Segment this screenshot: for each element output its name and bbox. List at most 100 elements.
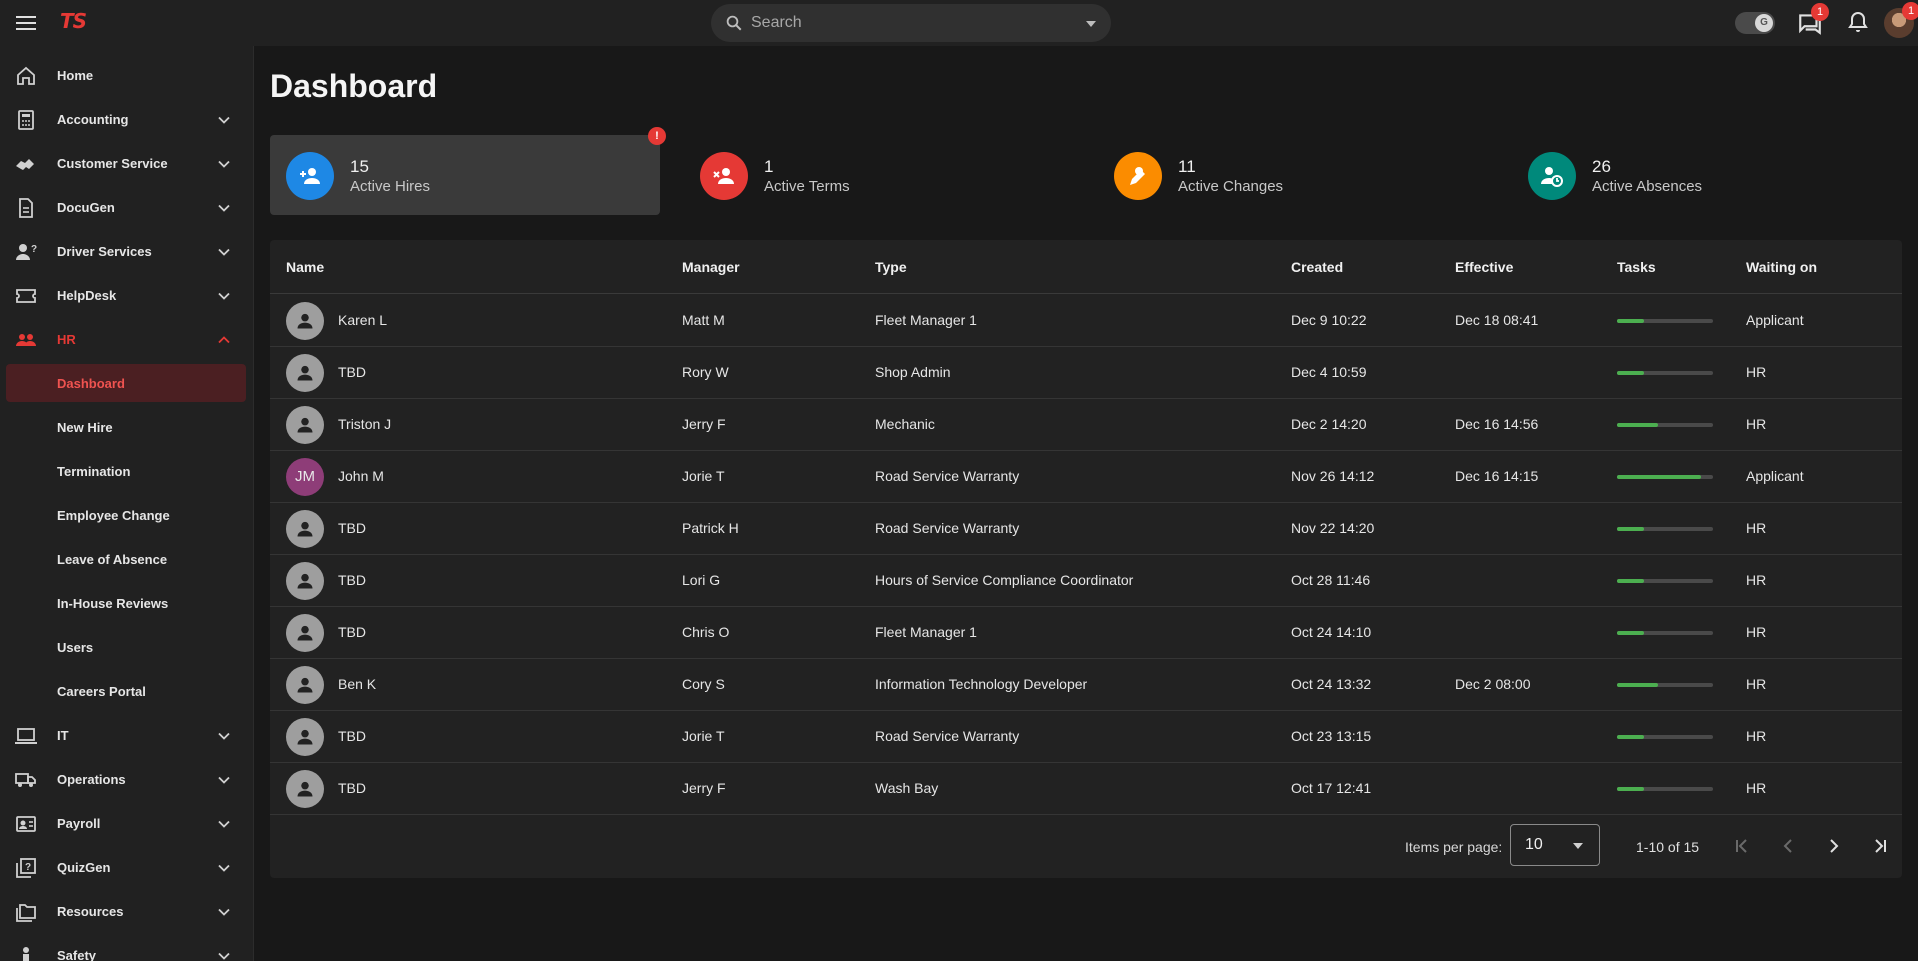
messages-badge: 1 — [1811, 3, 1829, 21]
search-icon — [726, 15, 742, 31]
cell-created: Dec 9 10:22 — [1291, 312, 1367, 328]
column-header-created[interactable]: Created — [1291, 259, 1343, 275]
app-logo[interactable]: TS — [60, 9, 87, 33]
home-icon — [17, 66, 35, 85]
sidebar-subitem-in-house-reviews[interactable]: In-House Reviews — [0, 582, 253, 626]
user-avatar[interactable]: 1 — [1884, 2, 1918, 38]
table-row[interactable]: JM John M Jorie T Road Service Warranty Nov … — [270, 451, 1902, 503]
cell-effective: Dec 2 08:00 — [1455, 676, 1531, 692]
bell-icon — [1848, 11, 1868, 32]
sidebar-item-operations[interactable]: Operations — [0, 758, 253, 802]
stat-card-active-changes[interactable]: 11 Active Changes — [1098, 135, 1488, 215]
sidebar-item-it[interactable]: IT — [0, 714, 253, 758]
notifications-button[interactable] — [1846, 10, 1872, 36]
page-title: Dashboard — [270, 68, 438, 104]
avatar — [286, 562, 324, 600]
search-box[interactable] — [711, 4, 1111, 42]
cell-type: Fleet Manager 1 — [875, 312, 977, 328]
table-row[interactable]: Karen L Matt M Fleet Manager 1 Dec 9 10:22 D… — [270, 295, 1902, 347]
items-per-page-value: 10 — [1525, 836, 1543, 853]
sidebar-item-label: Home — [57, 68, 94, 83]
column-header-manager[interactable]: Manager — [682, 259, 740, 275]
items-per-page-select[interactable]: 10 — [1510, 824, 1600, 866]
sidebar-subitem-users[interactable]: Users — [0, 626, 253, 670]
theme-toggle[interactable]: G — [1735, 12, 1775, 34]
sidebar-item-label: Customer Service — [57, 156, 168, 171]
menu-icon[interactable] — [14, 11, 38, 35]
column-header-waiting-on[interactable]: Waiting on — [1746, 259, 1817, 275]
cell-waiting-on: HR — [1746, 520, 1767, 536]
stat-card-active-terms[interactable]: 1 Active Terms — [684, 135, 1074, 215]
cell-created: Oct 23 13:15 — [1291, 728, 1372, 744]
person-icon — [297, 573, 313, 589]
chevron-down-icon — [218, 248, 230, 256]
sidebar-item-customer-service[interactable]: Customer Service — [0, 142, 253, 186]
column-header-effective[interactable]: Effective — [1455, 259, 1513, 275]
sidebar-item-safety[interactable]: Safety — [0, 934, 253, 961]
stat-count: 1 — [764, 157, 774, 176]
truck-icon — [15, 773, 36, 787]
next-page-icon[interactable] — [1822, 834, 1846, 858]
sidebar-item-label: HelpDesk — [57, 288, 117, 303]
column-header-type[interactable]: Type — [875, 259, 907, 275]
chevron-down-icon — [218, 864, 230, 872]
sidebar-item-driver-services[interactable]: ? Driver Services — [0, 230, 253, 274]
tasks-progress-bar — [1617, 371, 1713, 375]
cell-manager: Jerry F — [682, 780, 726, 796]
stat-card-active-hires[interactable]: 15 Active Hires ! — [270, 127, 666, 215]
sidebar-subitem-label: Careers Portal — [57, 684, 146, 699]
sidebar-subitem-label: Leave of Absence — [57, 552, 168, 567]
avatar — [286, 614, 324, 652]
sidebar-subitem-employee-change[interactable]: Employee Change — [0, 494, 253, 538]
sidebar-subitem-dashboard[interactable]: Dashboard — [0, 362, 253, 406]
search-input[interactable] — [751, 10, 1071, 36]
laptop-icon — [15, 728, 37, 744]
sidebar-item-hr[interactable]: HR — [0, 318, 253, 362]
sidebar-subitem-new-hire[interactable]: New Hire — [0, 406, 253, 450]
tasks-progress-bar — [1617, 475, 1713, 479]
sidebar-item-home[interactable]: Home — [0, 54, 253, 98]
sidebar-subitem-careers-portal[interactable]: Careers Portal — [0, 670, 253, 714]
selection-highlight — [6, 364, 246, 402]
table-row[interactable]: TBD Patrick H Road Service Warranty Nov 22 … — [270, 503, 1902, 555]
column-header-tasks[interactable]: Tasks — [1617, 259, 1656, 275]
paginator: Items per page: 10 1-10 of 15 — [270, 814, 1902, 878]
table-row[interactable]: TBD Chris O Fleet Manager 1 Oct 24 14:10 HR — [270, 607, 1902, 659]
tasks-progress-bar — [1617, 527, 1713, 531]
table-header: Name Manager Type Created Effective Task… — [270, 240, 1902, 294]
last-page-icon[interactable] — [1868, 834, 1892, 858]
table-row[interactable]: Ben K Cory S Information Technology Develo… — [270, 659, 1902, 711]
sidebar-subitem-label: Employee Change — [57, 508, 170, 523]
stat-card-active-absences[interactable]: 26 Active Absences — [1512, 135, 1902, 215]
chevron-down-icon — [218, 292, 230, 300]
sidebar-item-resources[interactable]: Resources — [0, 890, 253, 934]
sidebar-item-helpdesk[interactable]: HelpDesk — [0, 274, 253, 318]
table-row[interactable]: TBD Jerry F Wash Bay Oct 17 12:41 HR — [270, 763, 1902, 815]
chevron-up-icon — [218, 336, 230, 344]
table-row[interactable]: TBD Jorie T Road Service Warranty Oct 23 13… — [270, 711, 1902, 763]
cell-type: Fleet Manager 1 — [875, 624, 977, 640]
sidebar-subitem-termination[interactable]: Termination — [0, 450, 253, 494]
cell-created: Oct 24 13:32 — [1291, 676, 1372, 692]
first-page-icon[interactable] — [1730, 834, 1754, 858]
sidebar-subitem-leave-of-absence[interactable]: Leave of Absence — [0, 538, 253, 582]
table-row[interactable]: TBD Lori G Hours of Service Compliance Coo… — [270, 555, 1902, 607]
previous-page-icon[interactable] — [1776, 834, 1800, 858]
table-row[interactable]: TBD Rory W Shop Admin Dec 4 10:59 HR — [270, 347, 1902, 399]
chevron-down-icon — [218, 116, 230, 124]
sidebar-item-quizgen[interactable]: ? QuizGen — [0, 846, 253, 890]
sidebar-item-label: Operations — [57, 772, 126, 787]
messages-button[interactable]: 1 — [1797, 3, 1829, 36]
tasks-progress-fill — [1617, 371, 1644, 375]
sidebar-item-payroll[interactable]: Payroll — [0, 802, 253, 846]
sidebar-item-accounting[interactable]: Accounting — [0, 98, 253, 142]
search-dropdown-icon[interactable] — [1086, 21, 1096, 27]
table-row[interactable]: Triston J Jerry F Mechanic Dec 2 14:20 Dec 1… — [270, 399, 1902, 451]
sidebar-item-docugen[interactable]: DocuGen — [0, 186, 253, 230]
tasks-progress-bar — [1617, 631, 1713, 635]
column-header-name[interactable]: Name — [286, 259, 324, 275]
cell-name: TBD — [338, 572, 366, 588]
sidebar-item-label: DocuGen — [57, 200, 115, 215]
cell-name: Triston J — [338, 416, 392, 432]
sidebar-item-label: QuizGen — [57, 860, 111, 875]
